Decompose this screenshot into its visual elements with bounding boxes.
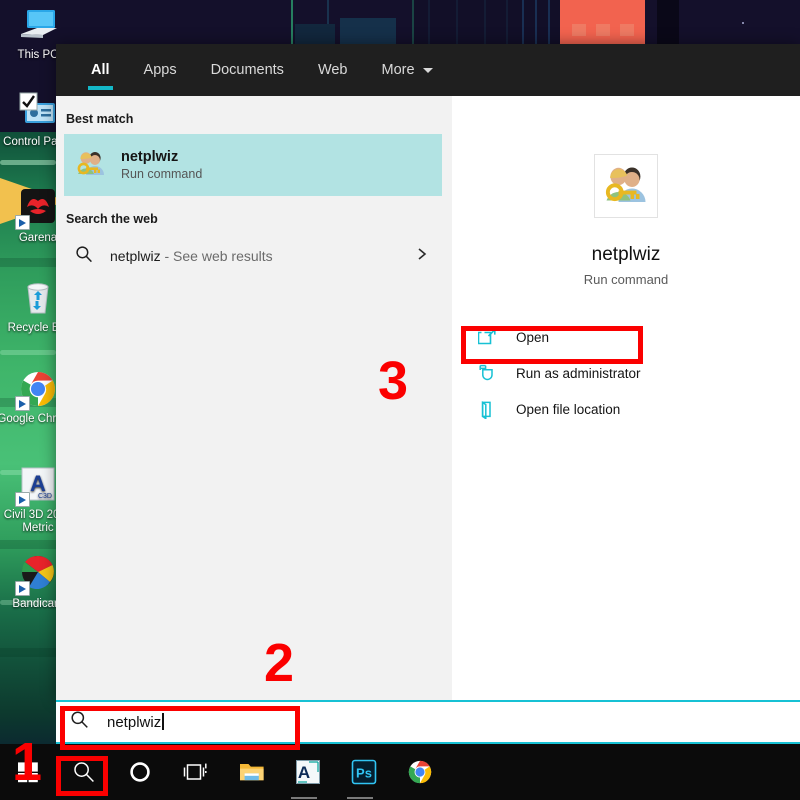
shortcut-arrow-icon [15,492,30,507]
bandicam-icon [17,553,59,595]
search-preview-pane: netplwiz Run command Open [452,96,800,700]
web-result-suffix: - See web results [161,248,273,264]
tab-more[interactable]: More [365,44,450,96]
web-result-query: netplwiz [110,248,161,264]
shortcut-arrow-icon [15,215,30,230]
search-flyout-panel: All Apps Documents Web More Best match [56,44,800,700]
svg-text:A: A [298,763,310,782]
best-match-heading: Best match [56,96,452,134]
best-match-title: netplwiz [121,148,202,166]
action-label: Open file location [516,402,620,417]
search-the-web-heading: Search the web [56,196,452,234]
tab-label: Documents [211,62,284,78]
svg-text:Ps: Ps [356,766,372,781]
this-pc-icon [17,4,59,46]
web-result-row[interactable]: netplwiz - See web results [64,234,442,278]
autocad-button[interactable]: A [280,744,336,800]
shortcut-arrow-icon [15,396,30,411]
chevron-right-icon [416,246,428,267]
annotation-box-open [461,326,643,364]
preview-subtitle: Run command [452,272,800,287]
tab-web[interactable]: Web [301,44,365,96]
recycle-bin-icon [17,277,59,319]
search-icon [75,245,93,268]
taskbar: A Ps [0,744,800,800]
garena-icon [17,187,59,229]
annotation-number-2: 2 [264,636,294,690]
best-match-result-netplwiz[interactable]: netplwiz Run command [64,134,442,196]
best-match-subtitle: Run command [121,166,202,183]
svg-text:C3D: C3D [38,493,52,500]
tab-label: More [382,62,415,78]
action-open-file-location[interactable]: Open file location [452,391,800,427]
running-indicator [347,797,373,799]
taskbar-chrome-button[interactable] [392,744,448,800]
file-explorer-button[interactable] [224,744,280,800]
cortana-button[interactable] [112,744,168,800]
annotation-number-3: 3 [378,354,408,408]
search-tabbar: All Apps Documents Web More [56,44,800,96]
annotation-box-search-taskbar-button [56,756,108,796]
web-result-label: netplwiz - See web results [110,248,273,264]
chevron-down-icon [423,68,433,73]
tab-label: All [91,62,110,78]
control-panel-icon [17,91,59,133]
photoshop-button[interactable]: Ps [336,744,392,800]
user-accounts-icon [602,160,650,213]
civil-3d-icon: A C3D [17,464,59,506]
preview-app-icon [594,154,658,218]
folder-open-icon [476,400,498,419]
action-label: Run as administrator [516,366,641,381]
search-panes: Best match [56,96,800,700]
preview-title: netplwiz [452,244,800,266]
tab-label: Web [318,62,348,78]
tab-apps[interactable]: Apps [127,44,194,96]
tab-documents[interactable]: Documents [194,44,301,96]
desktop-icon-label: This PC [18,49,59,61]
annotation-box-search-field [60,706,300,750]
tab-all[interactable]: All [74,44,127,96]
annotation-number-1: 1 [12,735,42,789]
running-indicator [291,797,317,799]
desktop-icon-label: Garena [19,232,57,244]
shield-icon [476,364,498,383]
user-accounts-icon [75,147,107,184]
shortcut-arrow-icon [15,581,30,596]
screen: This PC Control Panel Garen [0,0,800,800]
google-chrome-icon [17,368,59,410]
tab-label: Apps [144,62,177,78]
task-view-button[interactable] [168,744,224,800]
